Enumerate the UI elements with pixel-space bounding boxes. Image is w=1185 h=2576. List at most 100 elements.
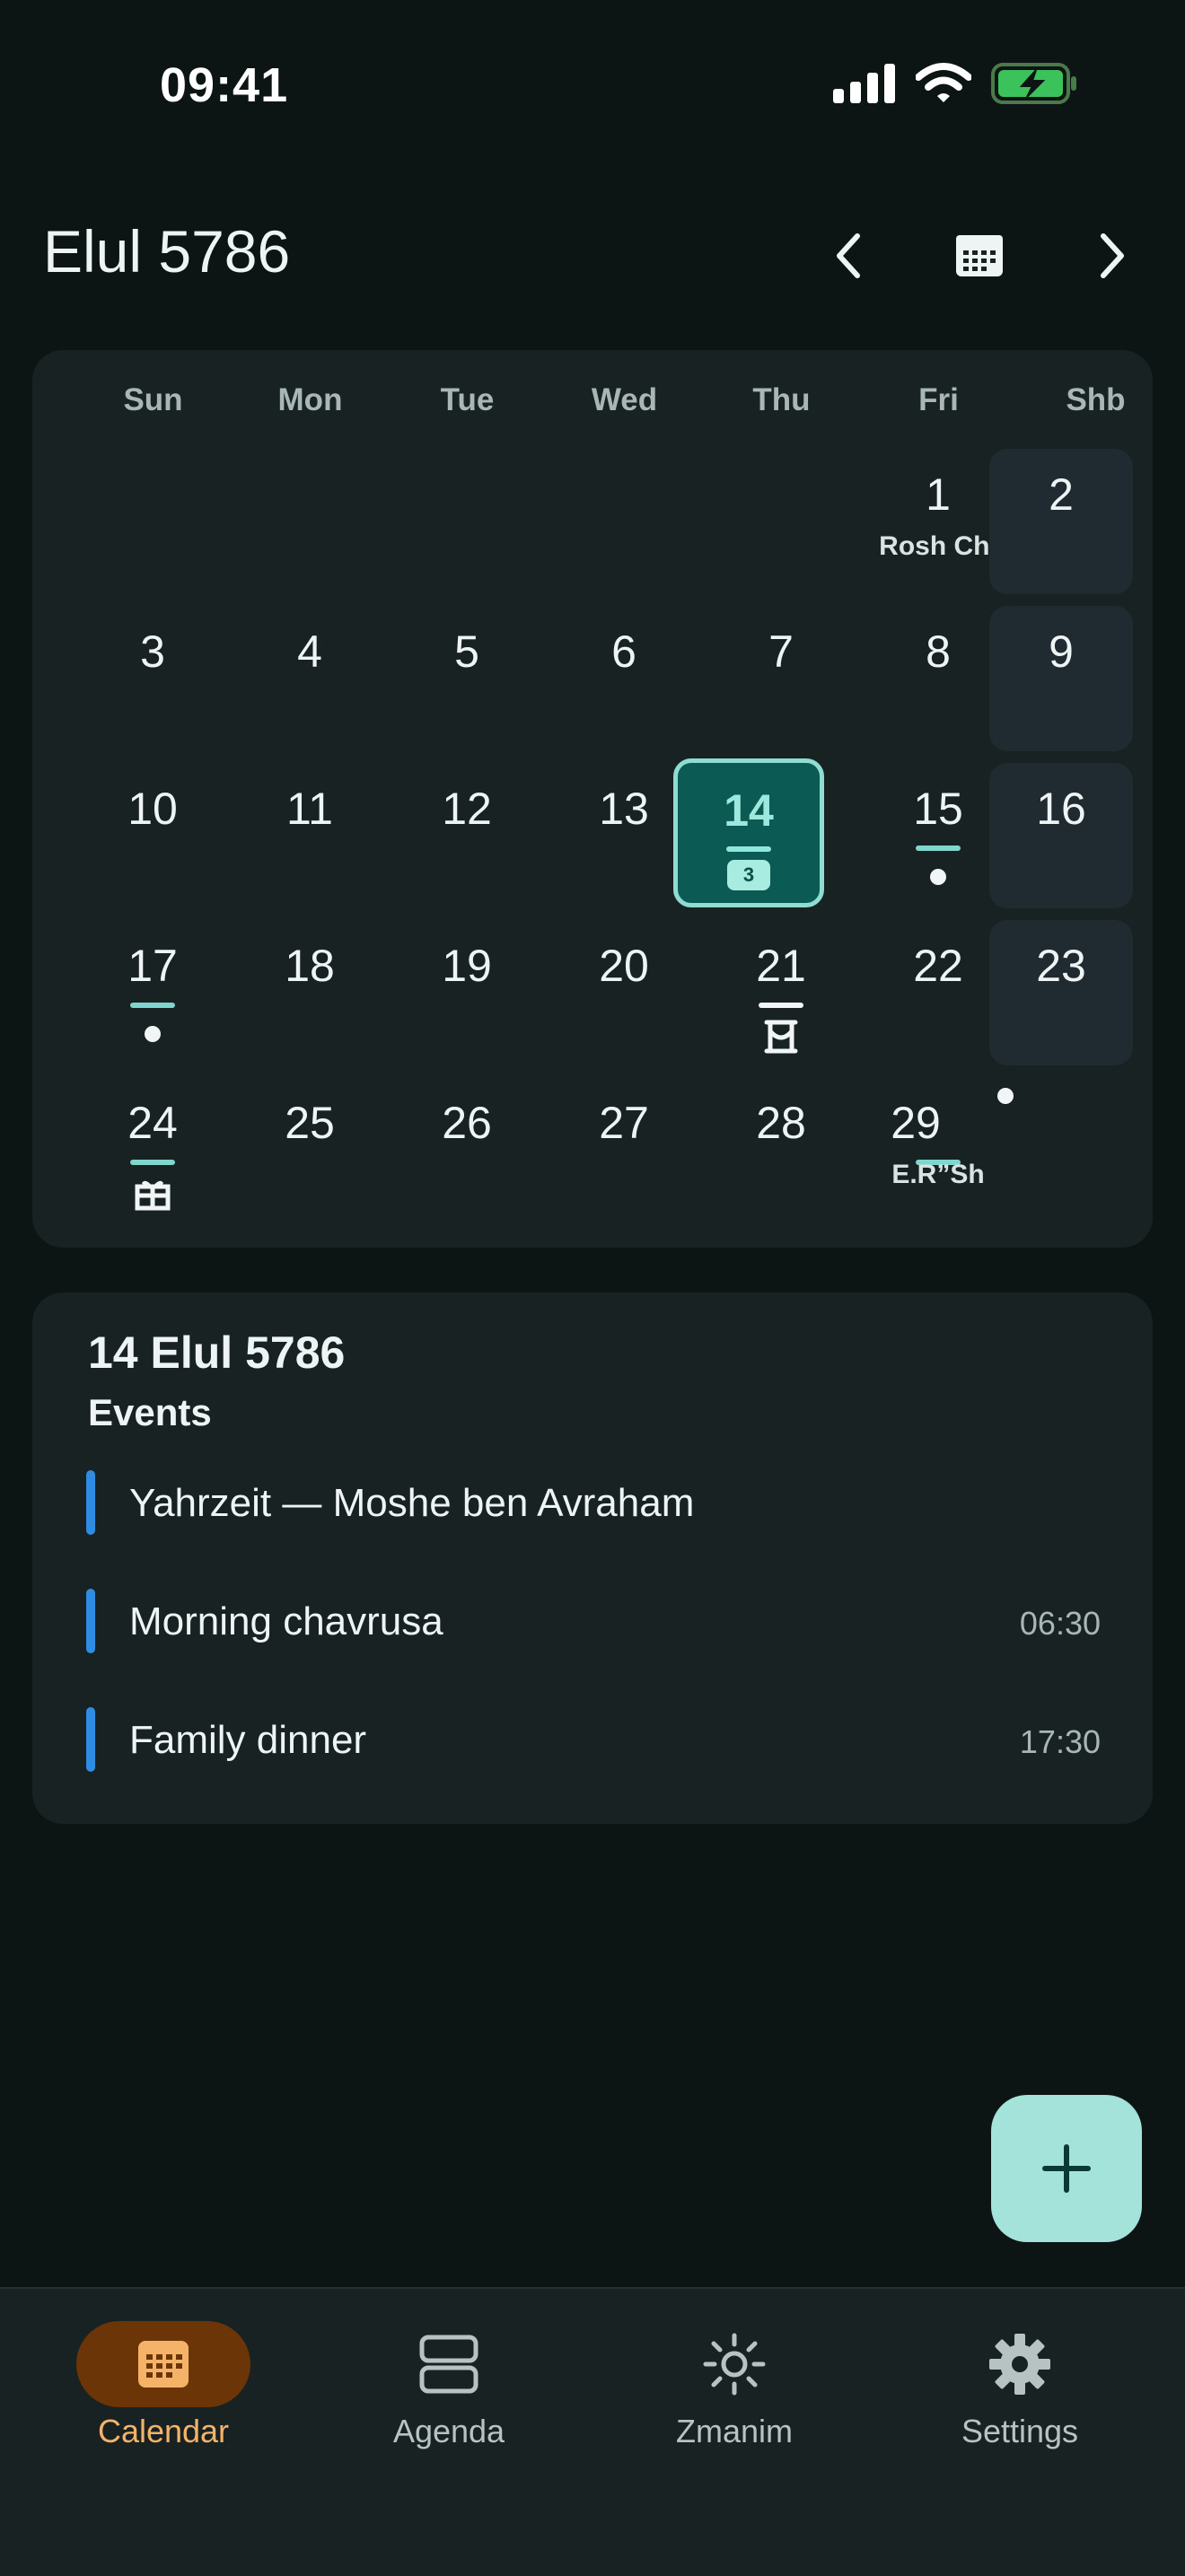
day-cell-14-selected[interactable]: 14 3 <box>673 758 824 907</box>
day-cell-29[interactable]: 29 E.R”Sh <box>866 1077 1014 1222</box>
event-indicator <box>726 846 771 852</box>
event-title: Morning chavrusa <box>129 1599 443 1643</box>
calendar-grid: Sun Mon Tue Wed Thu Fri Shb 1 Rosh Ch. 2… <box>32 350 1153 1248</box>
nav-tab-agenda[interactable]: Agenda <box>301 2289 597 2522</box>
nav-label: Settings <box>961 2413 1079 2449</box>
event-item[interactable]: Morning chavrusa 06:30 <box>86 1589 1101 1657</box>
day-cell-20[interactable]: 20 <box>552 920 696 1065</box>
day-cell-10[interactable]: 10 <box>81 763 224 908</box>
weekday-sun: Sun <box>123 382 183 417</box>
bottom-navigation: Calendar Agenda Zmanim Settings <box>0 2287 1185 2576</box>
weekday-tue: Tue <box>440 382 495 417</box>
cellular-signal-icon <box>833 64 895 103</box>
day-cell-6[interactable]: 6 <box>552 606 696 751</box>
day-cell-7[interactable]: 7 <box>709 606 853 751</box>
nav-tab-settings[interactable]: Settings <box>872 2289 1168 2522</box>
day-cell-11[interactable]: 11 <box>238 763 382 908</box>
event-time: 17:30 <box>1019 1723 1101 1760</box>
day-cell-18[interactable]: 18 <box>238 920 382 1065</box>
event-dot <box>930 869 946 885</box>
day-number: 10 <box>127 784 178 834</box>
calendar-icon <box>956 235 1003 276</box>
weekday-shb: Shb <box>1066 382 1126 417</box>
event-item[interactable]: Family dinner 17:30 <box>86 1707 1101 1775</box>
day-number: 21 <box>756 941 806 991</box>
nav-label: Calendar <box>97 2413 230 2449</box>
day-cell-27[interactable]: 27 <box>552 1077 696 1222</box>
day-cell-2[interactable]: 2 <box>989 449 1133 594</box>
day-cell-26[interactable]: 26 <box>395 1077 539 1222</box>
day-cell-15[interactable]: 15 <box>866 763 1010 908</box>
today-button[interactable] <box>939 215 1020 296</box>
calendar-icon <box>138 2341 189 2388</box>
day-label-erev-rosh-hashana: E.R”Sh <box>891 1160 985 1189</box>
day-cell-8[interactable]: 8 <box>866 606 1010 751</box>
day-number: 3 <box>140 626 165 677</box>
sun-icon <box>703 2333 766 2396</box>
event-color-bar <box>86 1589 95 1653</box>
day-cell-4[interactable]: 4 <box>238 606 382 751</box>
event-title: Yahrzeit — Moshe ben Avraham <box>129 1481 695 1525</box>
event-title: Family dinner <box>129 1718 367 1762</box>
gift-icon <box>135 1180 171 1211</box>
nav-tab-calendar[interactable]: Calendar <box>15 2289 312 2522</box>
day-cell-17[interactable]: 17 <box>81 920 224 1065</box>
day-cell-16[interactable]: 16 <box>989 763 1133 908</box>
day-number: 24 <box>127 1098 178 1148</box>
chevron-left-icon <box>837 233 860 278</box>
day-number: 7 <box>768 626 794 677</box>
nav-tab-zmanim[interactable]: Zmanim <box>586 2289 882 2522</box>
event-item[interactable]: Yahrzeit — Moshe ben Avraham <box>86 1470 1101 1538</box>
day-number: 17 <box>127 941 178 991</box>
selected-date-title: 14 Elul 5786 <box>88 1327 346 1378</box>
day-cell-21[interactable]: 21 <box>709 920 853 1065</box>
event-time: 06:30 <box>1019 1605 1101 1642</box>
day-number: 1 <box>926 469 951 520</box>
day-cell-22[interactable]: 22 <box>866 920 1010 1065</box>
add-event-button[interactable] <box>991 2095 1142 2242</box>
previous-month-button[interactable] <box>808 215 889 296</box>
day-cell-25[interactable]: 25 <box>238 1077 382 1222</box>
day-number: 28 <box>756 1098 806 1148</box>
day-number: 19 <box>442 941 492 991</box>
day-cell-9[interactable]: 9 <box>989 606 1133 751</box>
day-number: 12 <box>442 784 492 834</box>
day-cell-24[interactable]: 24 <box>81 1077 224 1222</box>
plus-icon <box>1042 2144 1091 2193</box>
day-cell-1[interactable]: 1 Rosh Ch. <box>866 449 1010 594</box>
day-number: 18 <box>285 941 335 991</box>
nav-label: Agenda <box>392 2413 505 2449</box>
day-number: 23 <box>1036 941 1086 991</box>
day-cell-28[interactable]: 28 <box>709 1077 853 1222</box>
memorial-icon <box>764 1020 798 1054</box>
day-number: 11 <box>286 784 333 834</box>
day-cell-3[interactable]: 3 <box>81 606 224 751</box>
weekday-mon: Mon <box>277 382 343 417</box>
day-number: 14 <box>724 785 774 836</box>
weekday-wed: Wed <box>591 382 658 417</box>
events-heading: Events <box>88 1391 212 1433</box>
day-cell-19[interactable]: 19 <box>395 920 539 1065</box>
event-dot <box>997 1088 1014 1104</box>
day-number: 25 <box>285 1098 335 1148</box>
day-events-panel: 14 Elul 5786 Events Yahrzeit — Moshe ben… <box>32 1292 1153 1824</box>
day-cell-23[interactable]: 23 <box>989 920 1133 1065</box>
status-icons <box>833 63 1077 104</box>
event-dot <box>145 1026 161 1042</box>
day-number: 20 <box>599 941 649 991</box>
day-number: 26 <box>442 1098 492 1148</box>
day-cell-5[interactable]: 5 <box>395 606 539 751</box>
day-number: 22 <box>913 941 963 991</box>
day-number: 4 <box>297 626 322 677</box>
day-number: 16 <box>1036 784 1086 834</box>
weekday-header: Sun Mon Tue Wed Thu Fri Shb <box>32 382 1153 433</box>
next-month-button[interactable] <box>1072 215 1153 296</box>
weekday-fri: Fri <box>918 382 959 417</box>
day-number: 9 <box>1049 626 1074 677</box>
day-number: 27 <box>599 1098 649 1148</box>
agenda-icon <box>419 2335 478 2394</box>
event-indicator <box>130 1003 175 1008</box>
gear-icon <box>989 2334 1050 2395</box>
day-number: 29 <box>891 1098 941 1148</box>
day-cell-12[interactable]: 12 <box>395 763 539 908</box>
